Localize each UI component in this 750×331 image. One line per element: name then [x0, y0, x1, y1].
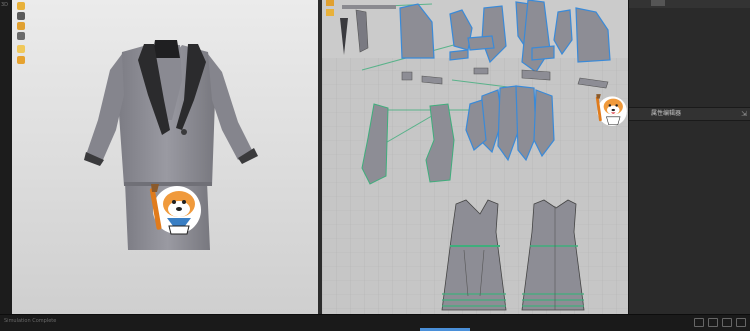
pattern-select-icon [326, 9, 334, 16]
camera-icon[interactable] [17, 32, 25, 40]
mascot-sticker-2d [595, 94, 627, 126]
status-bar: Simulation Complete [0, 314, 750, 331]
sleeve-left-3d [86, 54, 124, 162]
layout-grid-icon[interactable] [722, 318, 732, 327]
avatar-icon[interactable] [17, 2, 25, 10]
right-panel: 属性编辑器 ⇲ [628, 0, 750, 314]
pattern-tool-icon [326, 0, 334, 6]
property-editor-header[interactable]: 属性编辑器 ⇲ [629, 107, 750, 121]
layout-full-icon[interactable] [736, 318, 746, 327]
status-text: Simulation Complete [4, 318, 57, 324]
mascot-sticker-3d [149, 184, 201, 235]
render-icon[interactable] [17, 56, 25, 64]
app-window: 3D 属性编辑器 ⇲ Simulation Complete [0, 0, 750, 331]
pattern-canvas[interactable] [322, 0, 628, 314]
layout-single-icon[interactable] [694, 318, 704, 327]
collar-neck-3d [152, 40, 180, 58]
garment-icon[interactable] [17, 12, 25, 20]
right-panel-top [629, 0, 750, 8]
left-strip-label: 3D [1, 2, 9, 8]
sleeve-right-3d [208, 54, 252, 160]
pin-icon[interactable]: ⇲ [741, 108, 747, 120]
property-editor-title: 属性编辑器 [651, 110, 682, 117]
pattern-piece-collar-2 [531, 45, 555, 61]
garment-3d-model[interactable] [12, 0, 318, 314]
object-browser-swatch[interactable] [651, 0, 665, 6]
layout-split-icon[interactable] [708, 318, 718, 327]
pattern-piece-collar-1 [467, 35, 495, 51]
light-icon[interactable] [17, 45, 25, 53]
view-2d[interactable] [322, 0, 628, 314]
fabric-icon[interactable] [17, 22, 25, 30]
view-3d[interactable] [12, 0, 318, 314]
button-3d [181, 129, 187, 135]
